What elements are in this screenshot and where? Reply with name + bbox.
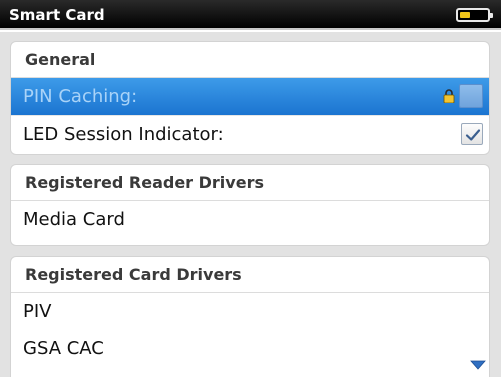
general-header: General	[11, 42, 489, 78]
card-drivers-header: Registered Card Drivers	[11, 257, 489, 293]
pin-caching-checkbox[interactable]	[459, 84, 483, 108]
battery-icon	[456, 8, 493, 22]
led-session-label: LED Session Indicator:	[23, 124, 224, 145]
scroll-down-arrow-icon[interactable]	[470, 360, 486, 370]
reader-drivers-section: Registered Reader Drivers Media Card	[10, 164, 490, 246]
title-bar: Smart Card	[0, 0, 501, 30]
reader-drivers-header: Registered Reader Drivers	[11, 165, 489, 201]
battery-nub	[490, 13, 493, 18]
led-session-row[interactable]: LED Session Indicator:	[11, 115, 489, 152]
battery-level	[460, 12, 470, 18]
led-session-checkbox[interactable]	[461, 123, 483, 145]
list-item[interactable]: GSA CAC	[11, 330, 489, 367]
lock-icon	[443, 89, 455, 103]
list-item[interactable]: PIV	[11, 293, 489, 330]
card-drivers-section: Registered Card Drivers PIV GSA CAC	[10, 256, 490, 377]
settings-content: General PIN Caching: LED Session Indicat…	[0, 32, 501, 377]
list-item[interactable]: Media Card	[11, 201, 489, 238]
pin-caching-label: PIN Caching:	[23, 86, 138, 107]
window-title: Smart Card	[9, 6, 105, 24]
pin-caching-row[interactable]: PIN Caching:	[11, 78, 489, 115]
checkmark-icon	[465, 129, 481, 141]
general-section: General PIN Caching: LED Session Indicat…	[10, 41, 490, 155]
